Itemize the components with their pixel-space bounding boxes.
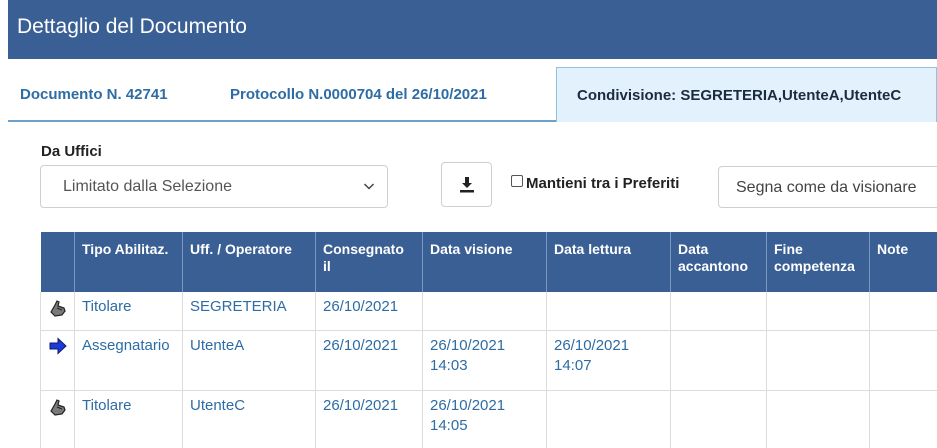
cell-tipo[interactable]: Titolare: [74, 390, 183, 448]
hand-icon: [49, 398, 66, 416]
segna-button[interactable]: Segna come da visionare: [718, 166, 937, 208]
cell-data-lettura: [546, 390, 671, 448]
preferiti-checkbox-label[interactable]: Mantieni tra i Preferiti: [511, 175, 679, 192]
tab-protocollo[interactable]: Protocollo N.0000704 del 26/10/2021: [230, 67, 487, 122]
uffici-select[interactable]: Limitato dalla Selezione: [40, 165, 388, 208]
cell-operatore[interactable]: UtenteC: [182, 390, 316, 448]
column-header: Tipo Abilitaz.: [74, 232, 183, 292]
cell-data-accantono: [670, 390, 767, 448]
visione-time: 14:03: [430, 356, 468, 374]
column-header: Note: [869, 232, 937, 292]
cell-data-visione: 26/10/2021 14:03: [422, 330, 547, 391]
header-bar: Dettaglio del Documento: [8, 0, 937, 59]
preferiti-checkbox[interactable]: [511, 175, 523, 187]
cell-note: [869, 390, 937, 448]
column-header: Fine competenza: [766, 232, 870, 292]
cell-data-accantono: [670, 292, 767, 331]
cell-data-accantono: [670, 330, 767, 391]
download-button[interactable]: [441, 162, 492, 207]
uffici-label: Da Uffici: [41, 143, 102, 160]
table-row: Assegnatario UtenteA 26/10/2021 26/10/20…: [40, 330, 937, 391]
tab-bar: Documento N. 42741 Protocollo N.0000704 …: [8, 67, 937, 122]
page-title: Dettaglio del Documento: [17, 15, 247, 38]
column-header: Uff. / Operatore: [182, 232, 316, 292]
lettura-date: 26/10/2021: [554, 336, 630, 354]
table-row: Titolare SEGRETERIA 26/10/2021: [40, 292, 937, 331]
cell-data-visione: 26/10/2021 14:05: [422, 390, 547, 448]
segna-label: Segna come da visionare: [736, 179, 917, 196]
cell-consegnato: 26/10/2021: [315, 390, 423, 448]
cell-tipo[interactable]: Titolare: [74, 292, 183, 331]
column-header: Data visione: [422, 232, 547, 292]
column-header-icon: [40, 232, 75, 292]
cell-operatore[interactable]: SEGRETERIA: [182, 292, 316, 331]
column-header: Data lettura: [546, 232, 671, 292]
cell-consegnato: 26/10/2021: [315, 330, 423, 391]
visione-date: 26/10/2021: [430, 396, 506, 414]
cell-data-lettura: [546, 292, 671, 331]
condivisione-table: Tipo Abilitaz. Uff. / Operatore Consegna…: [40, 232, 937, 448]
table-header-row: Tipo Abilitaz. Uff. / Operatore Consegna…: [40, 232, 937, 292]
cell-tipo[interactable]: Assegnatario: [74, 330, 183, 391]
column-header: Consegnato il: [315, 232, 423, 292]
chevron-down-icon: [363, 183, 375, 190]
hand-icon: [49, 300, 66, 317]
cell-fine-competenza: [766, 330, 870, 391]
uffici-select-value: Limitato dalla Selezione: [63, 178, 232, 195]
cell-data-lettura: 26/10/2021 14:07: [546, 330, 671, 391]
cell-fine-competenza: [766, 390, 870, 448]
cell-data-visione: [422, 292, 547, 331]
preferiti-label: Mantieni tra i Preferiti: [526, 175, 680, 192]
cell-note: [869, 330, 937, 391]
visione-date: 26/10/2021: [430, 336, 506, 354]
table-row: Titolare UtenteC 26/10/2021 26/10/2021 14…: [40, 390, 937, 448]
tab-documento[interactable]: Documento N. 42741: [20, 67, 168, 122]
lettura-time: 14:07: [554, 356, 592, 374]
column-header: Data accantono: [670, 232, 767, 292]
visione-time: 14:05: [430, 416, 468, 434]
cell-fine-competenza: [766, 292, 870, 331]
tab-condivisione[interactable]: Condivisione: SEGRETERIA,UtenteA,UtenteC: [556, 67, 937, 122]
cell-note: [869, 292, 937, 331]
download-icon: [460, 177, 474, 193]
cell-consegnato: 26/10/2021: [315, 292, 423, 331]
cell-operatore[interactable]: UtenteA: [182, 330, 316, 391]
arrow-right-icon: [49, 336, 67, 355]
